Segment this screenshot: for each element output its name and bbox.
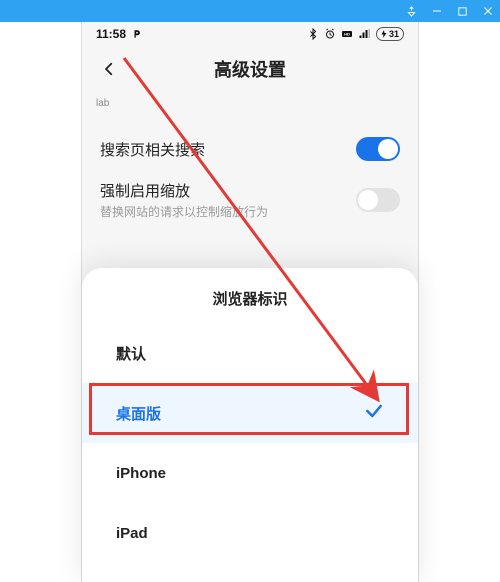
svg-text:HD: HD xyxy=(344,32,350,37)
signal-icon xyxy=(358,28,371,40)
check-icon xyxy=(364,401,384,425)
sheet-option-desktop[interactable]: 桌面版 xyxy=(82,383,418,443)
setting-label: 强制启用缩放 xyxy=(100,180,268,201)
page-title: 高级设置 xyxy=(82,56,418,82)
setting-search-related[interactable]: 搜索页相关搜索 xyxy=(100,126,400,172)
sheet-option-iphone[interactable]: iPhone xyxy=(82,443,418,503)
bottom-sheet: 浏览器标识 默认 桌面版 iPhone iPad xyxy=(82,268,418,582)
status-time: 11:58 xyxy=(96,27,126,41)
option-label: iPhone xyxy=(116,465,166,482)
setting-force-zoom[interactable]: 强制启用缩放 替换网站的请求以控制缩放行为 xyxy=(100,172,400,228)
setting-sublabel: 替换网站的请求以控制缩放行为 xyxy=(100,203,268,220)
phone-mirror: 11:58 HD 31 高 xyxy=(81,22,419,582)
pin-window-icon[interactable] xyxy=(406,6,417,17)
battery-percent: 31 xyxy=(389,29,399,39)
settings-list: 搜索页相关搜索 强制启用缩放 替换网站的请求以控制缩放行为 xyxy=(82,126,418,228)
android-p-icon xyxy=(132,29,142,39)
option-label: 桌面版 xyxy=(116,403,161,424)
sheet-option-ipad[interactable]: iPad xyxy=(82,503,418,563)
sheet-option-default[interactable]: 默认 xyxy=(82,323,418,383)
app-window: 11:58 HD 31 高 xyxy=(0,0,500,582)
close-icon[interactable] xyxy=(482,5,494,17)
bluetooth-icon xyxy=(307,28,319,40)
option-label: 默认 xyxy=(116,343,146,364)
page-header: 高级设置 xyxy=(82,46,418,92)
window-content: 11:58 HD 31 高 xyxy=(0,22,500,582)
setting-label: 搜索页相关搜索 xyxy=(100,139,205,160)
sheet-title: 浏览器标识 xyxy=(82,268,418,323)
hd-icon: HD xyxy=(341,28,353,40)
back-button[interactable] xyxy=(94,54,124,84)
toggle-search-related[interactable] xyxy=(356,137,400,161)
maximize-icon[interactable] xyxy=(457,6,468,17)
battery-indicator: 31 xyxy=(376,27,404,41)
minimize-icon[interactable] xyxy=(431,5,443,17)
lab-badge: lab xyxy=(96,98,109,109)
alarm-icon xyxy=(324,28,336,40)
option-label: iPad xyxy=(116,525,148,542)
toggle-force-zoom[interactable] xyxy=(356,188,400,212)
chevron-left-icon xyxy=(100,60,118,78)
window-titlebar xyxy=(0,0,500,22)
status-bar: 11:58 HD 31 xyxy=(82,22,418,46)
